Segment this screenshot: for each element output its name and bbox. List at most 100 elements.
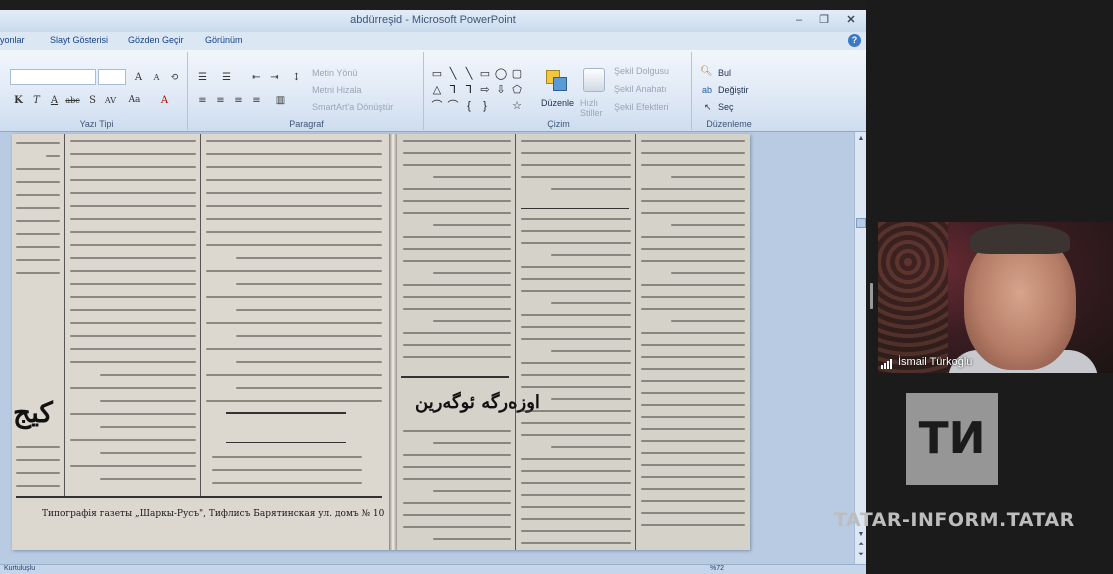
elbow2-shape-icon[interactable]: ⅂ (462, 84, 476, 96)
text-line (403, 356, 511, 358)
scroll-thumb[interactable] (856, 218, 866, 228)
shape-fill-label[interactable]: Şekil Dolgusu (614, 66, 669, 76)
text-line (551, 350, 631, 352)
text-line (641, 356, 745, 358)
oval-shape-icon[interactable]: ◯ (494, 68, 508, 80)
text-line (236, 387, 382, 389)
text-line (46, 155, 60, 157)
increase-indent-icon[interactable]: ⇥ (266, 69, 283, 86)
tab-review[interactable]: Gözden Geçir (128, 35, 184, 45)
text-line (641, 248, 745, 250)
arrange-icon[interactable] (544, 68, 570, 94)
bullets-icon[interactable]: ☰ (194, 69, 211, 86)
font-size-dropdown[interactable] (98, 69, 126, 85)
right-arrow-shape-icon[interactable]: ⇨ (478, 84, 492, 96)
down-arrow-shape-icon[interactable]: ⇩ (494, 84, 508, 96)
minimize-icon[interactable]: – (788, 12, 810, 28)
clear-format-icon[interactable]: ⟲ (166, 69, 183, 86)
textbox-shape-icon[interactable]: ▭ (430, 68, 444, 80)
tab-slideshow[interactable]: Slayt Gösterisi (50, 35, 108, 45)
font-color-icon[interactable]: A (156, 92, 173, 109)
zoom-level[interactable]: %72 (710, 565, 724, 572)
text-line (671, 176, 745, 178)
text-line (70, 257, 196, 259)
rectangle-shape-icon[interactable]: ▭ (478, 68, 492, 80)
watermark-site: TATAR-INFORM.TATAR (834, 509, 1075, 531)
carpet-pattern (878, 222, 948, 373)
line-spacing-icon[interactable]: ↕ (288, 69, 305, 86)
text-line (641, 440, 745, 442)
find-button[interactable]: Bul (718, 68, 731, 78)
arc-shape-icon[interactable]: ⌒ (446, 100, 460, 112)
columns-icon[interactable]: ▥ (272, 92, 289, 109)
arrange-label[interactable]: Düzenle (541, 98, 574, 108)
line2-shape-icon[interactable]: ╲ (462, 68, 476, 80)
align-text-label[interactable]: Metni Hizala (312, 85, 362, 95)
change-case-icon[interactable]: Aa (126, 92, 143, 109)
shape-outline-label[interactable]: Şekil Anahatı (614, 84, 667, 94)
vertical-scrollbar[interactable]: ▲ ▼ ⏶ ⏷ (854, 132, 866, 564)
align-right-icon[interactable]: ≡ (230, 92, 247, 109)
select-button[interactable]: Seç (718, 102, 734, 112)
text-line (206, 192, 382, 194)
close-icon[interactable]: ✕ (840, 12, 862, 28)
next-slide-icon[interactable]: ⏷ (856, 550, 866, 560)
align-left-icon[interactable]: ≡ (194, 92, 211, 109)
spacing-icon[interactable]: AV (102, 92, 119, 109)
text-direction-label[interactable]: Metin Yönü (312, 68, 357, 78)
line-shape-icon[interactable]: ╲ (446, 68, 460, 80)
elbow-shape-icon[interactable]: ⅂ (446, 84, 460, 96)
font-name-dropdown[interactable] (10, 69, 96, 85)
text-line (403, 478, 511, 480)
italic-icon[interactable]: T (28, 92, 45, 109)
text-line (16, 168, 60, 170)
text-line (433, 224, 511, 226)
tab-animations[interactable]: yonlar (0, 35, 25, 45)
text-line (641, 308, 745, 310)
shrink-font-icon[interactable]: A (148, 69, 165, 86)
brace2-shape-icon[interactable]: } (478, 100, 492, 112)
text-line (521, 266, 631, 268)
brace-shape-icon[interactable]: { (462, 100, 476, 112)
scroll-down-icon[interactable]: ▼ (856, 530, 866, 540)
numbering-icon[interactable]: ☰ (218, 69, 235, 86)
smartart-label[interactable]: SmartArt'a Dönüştür (312, 102, 393, 112)
replace-button[interactable]: Değiştir (718, 85, 749, 95)
text-line (206, 179, 382, 181)
rounded-rect-shape-icon[interactable]: ▢ (510, 68, 524, 80)
align-center-icon[interactable]: ≡ (212, 92, 229, 109)
underline-icon[interactable]: A (46, 92, 63, 109)
scroll-up-icon[interactable]: ▲ (856, 134, 866, 144)
text-line (16, 233, 60, 235)
pentagon-shape-icon[interactable]: ⬠ (510, 84, 524, 96)
shape-effects-label[interactable]: Şekil Efektleri (614, 102, 669, 112)
triangle-shape-icon[interactable]: △ (430, 84, 444, 96)
paragraph-group: ☰ ☰ ⇤ ⇥ ↕ ≡ ≡ ≡ ≡ ▥ Metin Yönü Metni Hiz… (190, 52, 424, 130)
newspaper-page-left: کیج Типографія газеты „Шаркы-Русъ", Тифл… (12, 134, 389, 550)
star-shape-icon[interactable]: ☆ (510, 100, 524, 112)
quick-styles-icon[interactable] (583, 68, 605, 92)
text-line (236, 257, 382, 259)
restore-icon[interactable]: ❐ (813, 12, 835, 28)
panel-resize-handle[interactable] (870, 283, 873, 309)
grow-font-icon[interactable]: A (130, 69, 147, 86)
freeform-shape-icon[interactable]: ⌒ (430, 100, 444, 112)
signal-strength-icon (881, 359, 893, 369)
tab-view[interactable]: Görünüm (205, 35, 243, 45)
bold-icon[interactable]: K (10, 92, 27, 109)
text-line (206, 205, 382, 207)
strikethrough-icon[interactable]: abc (64, 92, 81, 109)
newspaper-page-right: اوزەرگە ئوگەرین (397, 134, 750, 550)
quick-styles-label[interactable]: Hızlı Stiller (580, 98, 610, 118)
text-line (206, 400, 382, 402)
text-line (403, 514, 511, 516)
shadow-icon[interactable]: S (84, 92, 101, 109)
text-line (16, 272, 60, 274)
text-line (16, 446, 60, 448)
justify-icon[interactable]: ≡ (248, 92, 265, 109)
prev-slide-icon[interactable]: ⏶ (856, 540, 866, 550)
text-line (206, 348, 382, 350)
decrease-indent-icon[interactable]: ⇤ (248, 69, 265, 86)
participant-video[interactable]: İsmail Türkoğlu (878, 222, 1113, 373)
help-icon[interactable]: ? (848, 34, 861, 47)
